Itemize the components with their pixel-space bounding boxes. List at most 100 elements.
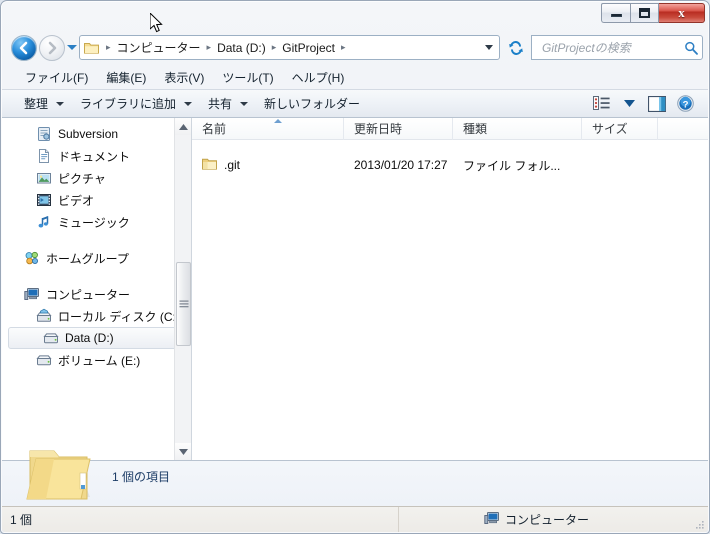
column-header-filler	[658, 118, 708, 140]
column-header-name[interactable]: 名前	[192, 118, 344, 140]
search-box[interactable]: GitProjectの検索	[531, 35, 703, 60]
file-list-pane[interactable]: 名前 更新日時 種類 サイズ	[191, 118, 708, 460]
scroll-up-arrow-icon	[179, 124, 188, 130]
column-header-label: サイズ	[592, 120, 628, 137]
menu-file[interactable]: ファイル(F)	[16, 66, 97, 89]
menu-help[interactable]: ヘルプ(H)	[283, 66, 354, 89]
resize-grip-icon[interactable]	[694, 519, 705, 530]
command-toolbar: 整理 ライブラリに追加 共有 新しいフォルダー	[2, 89, 708, 118]
column-header-label: 更新日時	[354, 120, 402, 137]
sidebar-item-label: ミュージック	[58, 214, 130, 231]
breadcrumb-item-gitproject[interactable]: GitProject	[280, 40, 337, 56]
organize-button[interactable]: 整理	[16, 91, 72, 116]
status-bar: 1 個 コンピューター	[2, 506, 708, 532]
help-icon[interactable]: ?	[672, 93, 698, 115]
breadcrumb-separator: ▸	[337, 42, 350, 53]
search-input[interactable]: GitProjectの検索	[532, 39, 680, 56]
sidebar-item-data-d[interactable]: Data (D:)	[8, 327, 187, 349]
file-type-cell: ファイル フォル...	[453, 157, 582, 174]
content-area: Subversion ドキュメント	[2, 118, 708, 460]
address-bar[interactable]: ▸ コンピューター ▸ Data (D:) ▸ GitProject ▸	[79, 35, 500, 60]
breadcrumb-item-computer[interactable]: コンピューター	[115, 38, 203, 57]
preview-pane-icon[interactable]	[644, 93, 670, 115]
column-header-row: 名前 更新日時 種類 サイズ	[192, 118, 708, 140]
sidebar-item-label: コンピューター	[46, 286, 130, 303]
status-divider	[398, 507, 399, 532]
refresh-icon	[508, 40, 524, 56]
status-location-label: コンピューター	[505, 511, 589, 528]
scroll-down-arrow-icon	[179, 449, 188, 455]
file-modified-cell: 2013/01/20 17:27	[344, 158, 453, 172]
computer-icon	[24, 286, 40, 302]
view-options-dropdown[interactable]	[616, 93, 642, 115]
maximize-button[interactable]	[630, 3, 659, 23]
column-header-type[interactable]: 種類	[453, 118, 582, 140]
chevron-down-icon	[184, 102, 192, 106]
include-in-library-button[interactable]: ライブラリに追加	[72, 91, 200, 116]
share-with-label: 共有	[208, 95, 232, 112]
address-dropdown-icon[interactable]	[485, 45, 493, 50]
videos-icon	[36, 192, 52, 208]
svg-text:?: ?	[682, 99, 688, 110]
menu-edit[interactable]: 編集(E)	[97, 66, 155, 89]
sidebar-item-pictures[interactable]: ピクチャ	[2, 167, 191, 189]
music-icon	[36, 214, 52, 230]
scroll-up-button[interactable]	[175, 118, 191, 135]
maximize-icon	[639, 8, 650, 18]
sidebar-item-local-disk-c[interactable]: ローカル ディスク (C:)	[2, 305, 191, 327]
sidebar-item-volume-e[interactable]: ボリューム (E:)	[2, 349, 191, 371]
title-bar: x	[1, 1, 709, 31]
sidebar-item-label: Subversion	[58, 127, 118, 141]
menu-tools[interactable]: ツール(T)	[213, 66, 282, 89]
sidebar-item-documents[interactable]: ドキュメント	[2, 145, 191, 167]
chevron-down-icon	[240, 102, 248, 106]
large-folder-icon	[24, 445, 96, 510]
sidebar-item-label: ドキュメント	[58, 148, 130, 165]
view-options-icon[interactable]	[588, 93, 614, 115]
details-item-count: 1 個の項目	[112, 468, 170, 485]
table-row[interactable]: .git 2013/01/20 17:27 ファイル フォル...	[192, 154, 708, 176]
forward-button[interactable]	[39, 35, 65, 61]
drive-icon	[43, 330, 59, 346]
documents-icon	[36, 148, 52, 164]
organize-label: 整理	[24, 95, 48, 112]
chevron-down-icon	[56, 102, 64, 106]
minimize-button[interactable]	[601, 3, 630, 23]
breadcrumb-separator: ▸	[268, 42, 281, 53]
status-item-count: 1 個	[2, 511, 32, 528]
breadcrumb-separator: ▸	[102, 42, 115, 53]
navigation-list: Subversion ドキュメント	[2, 118, 191, 371]
subversion-icon	[36, 126, 52, 142]
sidebar-item-subversion[interactable]: Subversion	[2, 123, 191, 145]
recent-locations-button[interactable]	[67, 45, 77, 50]
sort-ascending-icon	[274, 119, 282, 123]
include-in-library-label: ライブラリに追加	[80, 95, 176, 112]
scrollbar-thumb[interactable]	[176, 262, 191, 346]
sidebar-item-music[interactable]: ミュージック	[2, 211, 191, 233]
breadcrumb-item-data-d[interactable]: Data (D:)	[215, 40, 268, 56]
sidebar-item-computer[interactable]: コンピューター	[2, 283, 191, 305]
column-header-modified[interactable]: 更新日時	[344, 118, 453, 140]
sidebar-item-homegroup[interactable]: ホームグループ	[2, 247, 191, 269]
close-button[interactable]: x	[659, 3, 705, 23]
sidebar-item-videos[interactable]: ビデオ	[2, 189, 191, 211]
scroll-down-button[interactable]	[175, 443, 191, 460]
nav-group-spacer	[2, 233, 191, 247]
refresh-button[interactable]	[504, 36, 527, 59]
toolbar-right-group: ?	[588, 93, 708, 115]
drive-icon	[36, 352, 52, 368]
navigation-pane[interactable]: Subversion ドキュメント	[2, 118, 191, 460]
folder-icon	[202, 157, 217, 173]
nav-group-spacer	[2, 269, 191, 283]
search-icon	[680, 41, 702, 55]
column-header-size[interactable]: サイズ	[582, 118, 658, 140]
share-with-button[interactable]: 共有	[200, 91, 256, 116]
back-button[interactable]	[11, 35, 37, 61]
sidebar-item-label: ビデオ	[58, 192, 94, 209]
new-folder-button[interactable]: 新しいフォルダー	[256, 91, 368, 116]
file-name: .git	[224, 158, 240, 172]
navigation-pane-scrollbar[interactable]	[174, 118, 191, 460]
pictures-icon	[36, 170, 52, 186]
menu-view[interactable]: 表示(V)	[155, 66, 213, 89]
minimize-icon	[611, 14, 622, 17]
